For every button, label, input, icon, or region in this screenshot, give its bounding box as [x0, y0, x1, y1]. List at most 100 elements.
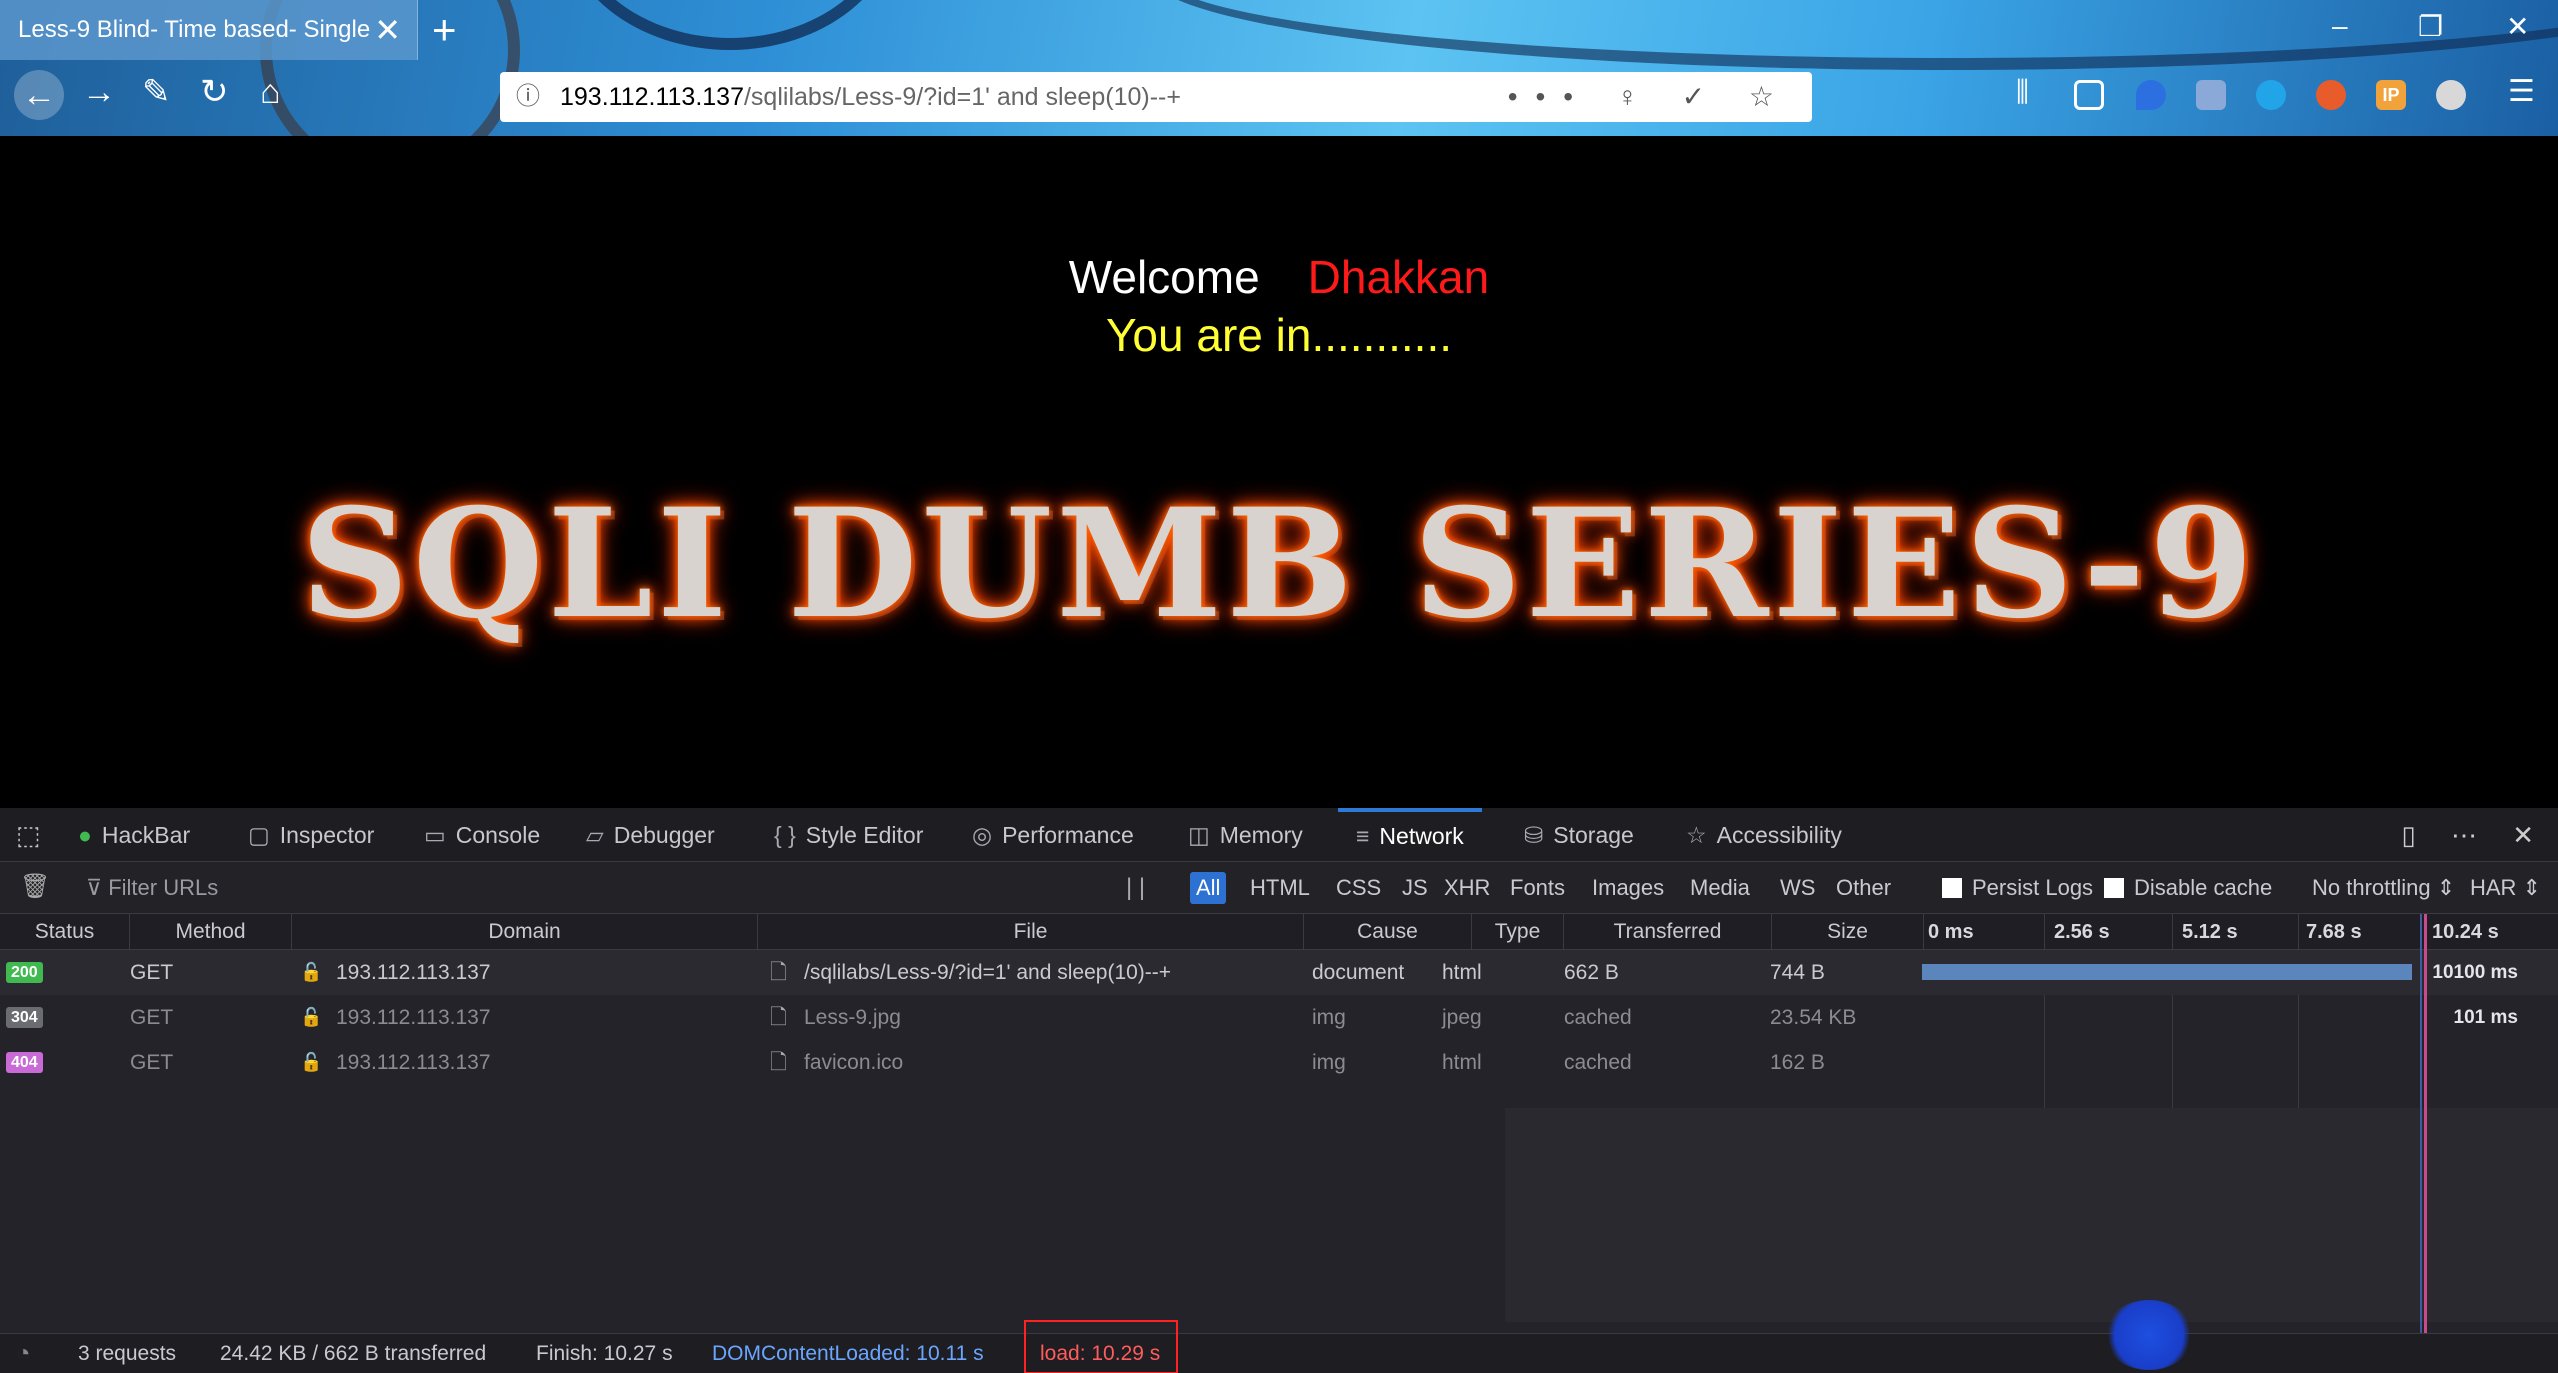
pause-icon[interactable]: | | [1126, 862, 1145, 914]
request-row[interactable]: 404 GET 🔓 193.112.113.137 🗋 favicon.ico img htm… [0, 1040, 2558, 1085]
window-close-icon[interactable]: ✕ [2506, 10, 2529, 43]
column-header-file[interactable]: File [758, 914, 1304, 950]
tab-label: Console [455, 822, 541, 848]
filter-type-ws[interactable]: WS [1774, 872, 1821, 904]
debugger-icon: ▱ [586, 822, 604, 848]
timeline-tick-label: 10.24 s [2432, 921, 2499, 943]
domain-lock-icon: 🔓 [300, 1052, 323, 1072]
restore-icon[interactable]: ❐ [2418, 10, 2443, 43]
tab-close-icon[interactable]: ✕ [374, 0, 401, 60]
extension-icon[interactable] [2136, 80, 2166, 110]
element-picker-icon[interactable]: ⬚ [16, 808, 41, 862]
column-header-method[interactable]: Method [130, 914, 292, 950]
file-icon: 🗋 [770, 1006, 787, 1029]
background-swirl [560, 0, 900, 50]
tab-style-editor[interactable]: { } Style Editor [774, 808, 923, 862]
request-row[interactable]: 304 GET 🔓 193.112.113.137 🗋 Less-9.jpg img jpeg… [0, 995, 2558, 1040]
filter-type-images[interactable]: Images [1586, 872, 1670, 904]
tab-performance[interactable]: ◎ Performance [972, 808, 1134, 862]
disable-cache-checkbox[interactable]: Disable cache [2104, 862, 2272, 914]
tab-debugger[interactable]: ▱ Debugger [586, 808, 715, 862]
network-icon: ≡ [1356, 823, 1370, 849]
browser-tab[interactable]: Less-9 Blind- Time based- Single ✕ [0, 0, 418, 60]
tab-memory[interactable]: ◫ Memory [1188, 808, 1303, 862]
domcontentloaded-marker [2420, 914, 2422, 1373]
style-editor-icon: { } [774, 822, 796, 848]
request-size: 162 B [1770, 1051, 1825, 1074]
site-info-icon[interactable]: ⓘ [516, 72, 540, 122]
minimize-icon[interactable]: – [2332, 10, 2348, 42]
filter-urls-input[interactable]: ⊽ Filter URLs [86, 862, 218, 914]
clear-trash-icon[interactable]: 🗑 [20, 872, 50, 901]
filter-type-html[interactable]: HTML [1244, 872, 1316, 904]
filter-type-other[interactable]: Other [1830, 872, 1897, 904]
filter-type-xhr[interactable]: XHR [1438, 872, 1496, 904]
menu-icon[interactable]: ☰ [2508, 74, 2538, 108]
hackbar-icon: ● [78, 822, 92, 848]
extension-icon[interactable] [2436, 80, 2466, 110]
back-icon[interactable]: ← [14, 70, 64, 120]
column-header-size[interactable]: Size [1772, 914, 1924, 950]
home-icon[interactable]: ⌂ [260, 72, 281, 112]
throttling-select[interactable]: No throttling ⇕ [2312, 862, 2455, 914]
inspector-icon: ▢ [248, 822, 270, 848]
tab-network[interactable]: ≡ Network [1338, 808, 1482, 862]
load-marker [2424, 914, 2427, 1373]
welcome-line: Welcome Dhakkan [0, 250, 2558, 304]
request-file: /sqlilabs/Less-9/?id=1' and sleep(10)--+ [804, 961, 1172, 984]
request-domain: 193.112.113.137 [336, 1051, 491, 1074]
extension-icon[interactable] [2256, 80, 2286, 110]
filter-type-media[interactable]: Media [1684, 872, 1756, 904]
forward-icon[interactable]: → [82, 72, 116, 112]
ip-icon[interactable]: IP [2376, 80, 2406, 110]
filter-type-js[interactable]: JS [1396, 872, 1434, 904]
devtools-options-icons[interactable]: ▯ ⋯ ✕ [2401, 808, 2548, 862]
disable-cache-label: Disable cache [2134, 875, 2273, 900]
tab-hackbar[interactable]: ● HackBar [78, 808, 190, 862]
waterfall-bar [1922, 964, 2412, 980]
library-icon[interactable]: ⫼ [2016, 76, 2046, 107]
column-header-type[interactable]: Type [1472, 914, 1564, 950]
sidebar-icon[interactable] [2074, 80, 2104, 110]
request-count: 3 requests [78, 1342, 177, 1365]
performance-analysis-icon[interactable]: ◔ [16, 1334, 31, 1373]
persist-logs-checkbox[interactable]: Persist Logs [1942, 862, 2093, 914]
reload-icon[interactable]: ↻ [200, 72, 229, 112]
column-header-status[interactable]: Status [0, 914, 130, 950]
tab-accessibility[interactable]: ☆ Accessibility [1686, 808, 1842, 862]
tab-label: Debugger [613, 822, 715, 848]
status-badge: 304 [6, 1007, 43, 1028]
column-header-domain[interactable]: Domain [292, 914, 758, 950]
page-action-icons[interactable]: ••• ♀ ✓ ☆ [1508, 72, 1792, 122]
timeline-tick-label: 7.68 s [2306, 921, 2362, 943]
column-header-transferred[interactable]: Transferred [1564, 914, 1772, 950]
filter-type-all[interactable]: All [1190, 872, 1227, 904]
performance-icon: ◎ [972, 822, 993, 848]
request-row[interactable]: 200 GET 🔓 193.112.113.137 🗋 /sqlilabs/Less-9/… [0, 950, 2558, 995]
request-domain: 193.112.113.137 [336, 1006, 491, 1029]
extension-icon[interactable] [2316, 80, 2346, 110]
tab-inspector[interactable]: ▢ Inspector [248, 808, 374, 862]
new-tab-icon[interactable]: + [432, 6, 457, 54]
tab-label: Inspector [279, 822, 375, 848]
url-text: 193.112.113.137/sqlilabs/Less-9/?id=1' a… [560, 72, 1181, 122]
har-menu[interactable]: HAR ⇕ [2470, 862, 2541, 914]
request-cause: document [1312, 961, 1405, 984]
tab-console[interactable]: ▭ Console [424, 808, 540, 862]
tab-storage[interactable]: ⛁ Storage [1524, 808, 1634, 862]
tools-icon[interactable]: ✎ [142, 72, 171, 112]
column-header-cause[interactable]: Cause [1304, 914, 1472, 950]
filter-type-css[interactable]: CSS [1330, 872, 1387, 904]
load-time-highlight: load: 10.29 s [1024, 1300, 2194, 1373]
url-path: /sqlilabs/Less-9/?id=1' and sleep(10)--+ [743, 83, 1181, 111]
request-cause: img [1312, 1006, 1346, 1029]
address-bar[interactable]: ⓘ 193.112.113.137/sqlilabs/Less-9/?id=1'… [500, 72, 1812, 122]
domain-lock-icon: 🔓 [300, 1007, 323, 1027]
url-host: 193.112.113.137 [560, 83, 744, 111]
filter-type-fonts[interactable]: Fonts [1504, 872, 1571, 904]
user-name: Dhakkan [1307, 251, 1490, 303]
request-file: favicon.ico [804, 1051, 904, 1074]
extension-icon[interactable] [2196, 80, 2226, 110]
request-method: GET [130, 1006, 174, 1029]
tab-label: Storage [1553, 822, 1634, 848]
